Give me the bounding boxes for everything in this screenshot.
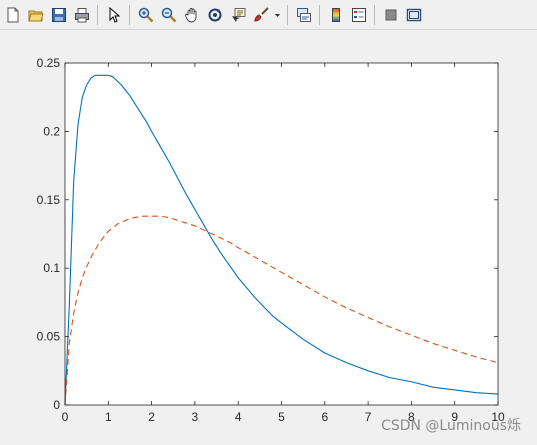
toolbar-separator [374, 4, 375, 25]
plot-background [65, 63, 498, 405]
toolbar-separator [287, 4, 288, 25]
save-icon[interactable] [48, 4, 69, 26]
x-tick-label: 6 [321, 410, 328, 424]
line-chart: 0 1 2 3 4 5 6 7 8 9 1000.050.10.150.20.25 [37, 56, 505, 424]
brush-dropdown-icon[interactable] [273, 4, 282, 26]
x-tick-label: 1 [105, 410, 112, 424]
rotate-3d-icon[interactable] [204, 4, 225, 26]
figure-area: 0 1 2 3 4 5 6 7 8 9 10 0 0.05 0.1 0.15 0.2 0.25 [0, 30, 537, 445]
y-tick-label: 0.15 [37, 193, 61, 207]
zoom-in-icon[interactable] [135, 4, 156, 26]
hide-plot-tools-icon[interactable] [380, 4, 401, 26]
pan-hand-icon[interactable] [181, 4, 202, 26]
figure-toolbar [0, 0, 537, 30]
x-tick-label: 0 [62, 410, 69, 424]
x-tick-label: 2 [148, 410, 155, 424]
show-plot-tools-icon[interactable] [403, 4, 424, 26]
y-tick-label: 0.05 [37, 330, 61, 344]
brush-icon[interactable] [250, 4, 271, 26]
x-tick-label: 4 [235, 410, 242, 424]
y-tick-label: 0 [53, 398, 60, 412]
legend-icon[interactable] [348, 4, 369, 26]
y-tick-label: 0.2 [43, 124, 60, 138]
edit-plot-arrow-icon[interactable] [103, 4, 124, 26]
watermark: CSDN @Luminous烁 [381, 418, 521, 434]
x-tick-label: 3 [192, 410, 199, 424]
toolbar-separator [97, 4, 98, 25]
link-plot-icon[interactable] [293, 4, 314, 26]
toolbar-separator [319, 4, 320, 25]
new-figure-icon[interactable] [2, 4, 23, 26]
data-cursor-icon[interactable] [227, 4, 248, 26]
y-tick-label: 0.1 [43, 261, 60, 275]
toolbar-separator [129, 4, 130, 25]
open-file-icon[interactable] [25, 4, 46, 26]
y-tick-label: 0.25 [37, 56, 61, 70]
x-tick-label: 5 [278, 410, 285, 424]
x-tick-label: 7 [365, 410, 372, 424]
zoom-out-icon[interactable] [158, 4, 179, 26]
colorbar-icon[interactable] [325, 4, 346, 26]
print-icon[interactable] [71, 4, 92, 26]
